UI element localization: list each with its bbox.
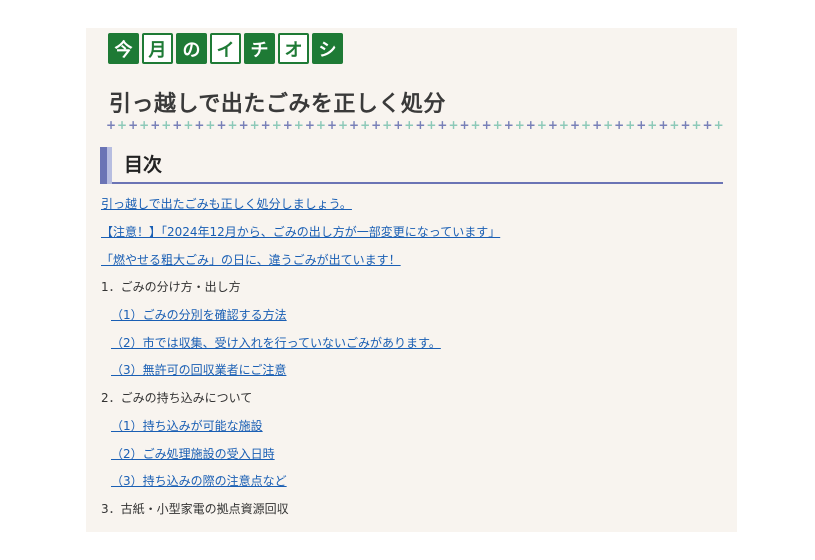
deco-cross: +: [360, 118, 371, 132]
deco-cross: +: [713, 118, 724, 132]
deco-cross: +: [558, 118, 569, 132]
deco-cross: +: [503, 118, 514, 132]
deco-cross: +: [216, 118, 227, 132]
badge-char: シ: [312, 33, 343, 64]
toc-section-recycling: 3．古紙・小型家電の拠点資源回収: [101, 502, 289, 516]
deco-cross: +: [282, 118, 293, 132]
toc-link-not-collected[interactable]: （2）市では収集、受け入れを行っていないごみがあります。: [111, 336, 441, 350]
toc-link-unlicensed-collectors[interactable]: （3）無許可の回収業者にご注意: [111, 363, 286, 377]
deco-cross: +: [371, 118, 382, 132]
deco-cross: +: [139, 118, 150, 132]
deco-cross: +: [525, 118, 536, 132]
deco-cross: +: [647, 118, 658, 132]
toc-link-bulky-waste[interactable]: 「燃やせる粗大ごみ」の日に、違うごみが出ています！: [101, 253, 401, 267]
deco-cross: +: [128, 118, 139, 132]
deco-cross: +: [271, 118, 282, 132]
badge-char: 今: [108, 33, 139, 64]
deco-cross: +: [702, 118, 713, 132]
toc-link-notice[interactable]: 【注意！】「2024年12月から、ごみの出し方が一部変更になっています」: [101, 225, 500, 239]
page-title: 引っ越しで出たごみを正しく処分: [109, 92, 446, 117]
toc-link-drop-off-notes[interactable]: （3）持ち込みの際の注意点など: [111, 474, 287, 488]
deco-cross: +: [426, 118, 437, 132]
badge-char: イ: [210, 33, 241, 64]
heading-accent-bar-light: [107, 147, 112, 184]
deco-cross: +: [481, 118, 492, 132]
deco-cross: +: [249, 118, 260, 132]
deco-cross: +: [349, 118, 360, 132]
toc-link-facilities[interactable]: （1）持ち込みが可能な施設: [111, 419, 263, 433]
deco-cross: +: [293, 118, 304, 132]
deco-cross: +: [117, 118, 128, 132]
deco-cross: +: [106, 118, 117, 132]
deco-cross: +: [260, 118, 271, 132]
toc-link-acceptance-hours[interactable]: （2）ごみ処理施設の受入日時: [111, 447, 275, 461]
deco-cross: +: [393, 118, 404, 132]
toc-heading-label: 目次: [124, 154, 163, 176]
deco-cross: +: [625, 118, 636, 132]
deco-cross: +: [636, 118, 647, 132]
toc-section-sorting: 1．ごみの分け方・出し方: [101, 280, 241, 294]
toc-section-drop-off: 2．ごみの持ち込みについて: [101, 391, 253, 405]
toc-link-check-sorting[interactable]: （1）ごみの分別を確認する方法: [111, 308, 287, 322]
deco-cross: +: [315, 118, 326, 132]
deco-cross: +: [194, 118, 205, 132]
deco-cross: +: [404, 118, 415, 132]
deco-cross: +: [183, 118, 194, 132]
deco-cross: +: [581, 118, 592, 132]
deco-cross: +: [459, 118, 470, 132]
deco-cross: +: [547, 118, 558, 132]
deco-cross: +: [337, 118, 349, 132]
deco-cross: +: [680, 118, 691, 132]
monthly-pick-badges: 今 月 の イ チ オ シ: [108, 33, 343, 64]
badge-char: の: [176, 33, 207, 64]
deco-cross: +: [658, 118, 669, 132]
deco-cross: +: [150, 118, 161, 132]
deco-cross: +: [205, 118, 216, 132]
content-panel: 今 月 の イ チ オ シ 引っ越しで出たごみを正しく処分 + + + + + + + + + +…: [86, 28, 737, 532]
decorative-divider: + + + + + + + + + + + + + + + + + + + + + + + + + + + + + + + + + + + + + + + +…: [106, 119, 724, 131]
deco-cross: +: [161, 118, 172, 132]
deco-cross: +: [238, 118, 249, 132]
deco-cross: +: [569, 118, 581, 132]
deco-cross: +: [382, 118, 393, 132]
deco-cross: +: [437, 118, 448, 132]
badge-char: オ: [278, 33, 309, 64]
deco-cross: +: [514, 118, 525, 132]
deco-cross: +: [172, 118, 183, 132]
deco-cross: +: [492, 118, 503, 132]
deco-cross: +: [470, 118, 481, 132]
deco-cross: +: [448, 118, 459, 132]
deco-cross: +: [304, 118, 315, 132]
toc-link-intro[interactable]: 引っ越しで出たごみも正しく処分しましょう。: [101, 197, 352, 211]
badge-char: チ: [244, 33, 275, 64]
deco-cross: +: [227, 118, 238, 132]
deco-cross: +: [669, 118, 680, 132]
deco-cross: +: [326, 118, 337, 132]
deco-cross: +: [592, 118, 603, 132]
deco-cross: +: [415, 118, 426, 132]
toc-heading: 目次: [100, 146, 723, 184]
heading-accent-bar: [100, 147, 107, 184]
deco-cross: +: [614, 118, 625, 132]
deco-cross: +: [603, 118, 614, 132]
deco-cross: +: [691, 118, 702, 132]
deco-cross: +: [536, 118, 547, 132]
badge-char: 月: [142, 33, 173, 64]
